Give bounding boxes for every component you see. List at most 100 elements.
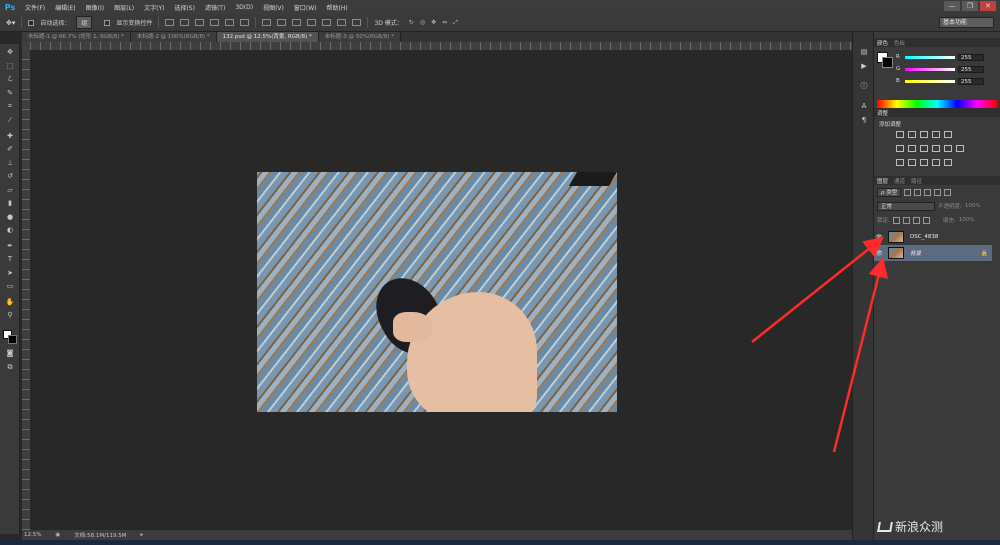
menu-image[interactable]: 图像(I)	[81, 3, 109, 12]
color-lookup-icon[interactable]	[956, 145, 964, 152]
tab-132-psd[interactable]: 132.psd @ 12.5%(背景, RGB/8) *	[216, 32, 319, 42]
3d-roll-icon[interactable]: ◎	[420, 19, 425, 26]
tab-layers[interactable]: 图层	[877, 177, 888, 185]
menu-edit[interactable]: 编辑(E)	[50, 3, 80, 12]
zoom-icon[interactable]: ⚲	[5, 311, 15, 319]
tab-swatches[interactable]: 色板	[894, 39, 905, 47]
distribute-top-icon[interactable]	[262, 19, 272, 26]
menu-view[interactable]: 视图(V)	[258, 3, 289, 12]
levels-icon[interactable]	[908, 131, 916, 138]
gradient-icon[interactable]: ▮	[5, 199, 15, 207]
close-button[interactable]: ✕	[980, 1, 996, 11]
canvas-area[interactable]	[30, 50, 852, 530]
marquee-icon[interactable]: ⬚	[5, 62, 15, 70]
color-spectrum[interactable]	[877, 100, 997, 108]
hue-saturation-icon[interactable]	[896, 145, 904, 152]
invert-icon[interactable]	[896, 159, 904, 166]
layer-dsc-4838[interactable]: 👁 DSC_4838	[874, 229, 992, 245]
tab-untitled-2[interactable]: 未标题-2 @ 100%(RGB/8) *	[130, 32, 217, 42]
move-icon[interactable]: ✥	[5, 48, 15, 56]
green-slider[interactable]	[905, 67, 955, 71]
red-slider[interactable]	[905, 55, 955, 59]
tab-paths[interactable]: 路径	[911, 177, 922, 185]
hand-icon[interactable]: ✋	[5, 298, 15, 306]
3d-slide-icon[interactable]: ⇔	[442, 19, 447, 26]
filter-pixel-icon[interactable]	[904, 188, 912, 196]
status-info-icon[interactable]: ◉	[55, 532, 60, 538]
brightness-icon[interactable]	[896, 131, 904, 138]
green-value[interactable]: 255	[958, 65, 984, 73]
brush-icon[interactable]: ✐	[5, 145, 15, 153]
distribute-hcenter-icon[interactable]	[322, 19, 332, 26]
pen-icon[interactable]: ✒	[5, 242, 15, 250]
align-hcenter-icon[interactable]	[225, 19, 235, 26]
minimize-button[interactable]: —	[944, 1, 960, 11]
auto-select-dropdown[interactable]: 组	[76, 16, 93, 29]
stamp-icon[interactable]: ⊥	[5, 159, 15, 167]
type-icon[interactable]: T	[5, 255, 15, 263]
auto-align-icon[interactable]	[352, 19, 362, 26]
3d-rotate-icon[interactable]: ↻	[409, 19, 414, 26]
character-panel-icon[interactable]: A	[859, 102, 869, 110]
eye-icon[interactable]: 👁	[874, 234, 884, 241]
eye-icon[interactable]: 👁	[874, 250, 884, 257]
eraser-icon[interactable]: ▱	[5, 186, 15, 194]
menu-help[interactable]: 帮助(H)	[322, 3, 353, 12]
filter-type-icon[interactable]	[924, 188, 932, 196]
align-right-icon[interactable]	[240, 19, 250, 26]
lasso-icon[interactable]: ℒ	[5, 75, 15, 83]
actions-panel-icon[interactable]: ▶	[859, 62, 869, 70]
lock-pixels-icon[interactable]	[892, 216, 900, 224]
history-panel-icon[interactable]: ▤	[859, 48, 869, 56]
curves-icon[interactable]	[920, 131, 928, 138]
fill-value[interactable]: 100%	[959, 217, 975, 223]
lock-brush-icon[interactable]	[902, 216, 910, 224]
menu-3d[interactable]: 3D(D)	[230, 4, 258, 11]
align-bottom-icon[interactable]	[195, 19, 205, 26]
red-value[interactable]: 255	[958, 53, 984, 61]
black-white-icon[interactable]	[920, 145, 928, 152]
distribute-vcenter-icon[interactable]	[277, 19, 287, 26]
show-transform-checkbox[interactable]	[104, 19, 111, 26]
auto-select-checkbox[interactable]	[28, 19, 35, 26]
distribute-left-icon[interactable]	[307, 19, 317, 26]
screen-mode-icon[interactable]: ⧉	[5, 363, 15, 371]
menu-type[interactable]: 文字(Y)	[139, 3, 169, 12]
blur-icon[interactable]: ●	[5, 213, 15, 221]
threshold-icon[interactable]	[920, 159, 928, 166]
filter-smart-icon[interactable]	[944, 188, 952, 196]
workspace-switcher[interactable]: 基本功能	[939, 17, 994, 28]
align-vcenter-icon[interactable]	[180, 19, 190, 26]
restore-button[interactable]: ❐	[962, 1, 978, 11]
menu-layer[interactable]: 图层(L)	[109, 3, 139, 12]
history-brush-icon[interactable]: ↺	[5, 172, 15, 180]
paragraph-panel-icon[interactable]: ¶	[859, 116, 869, 124]
menu-window[interactable]: 窗口(W)	[289, 3, 322, 12]
background-color-swatch[interactable]	[8, 335, 17, 344]
tab-untitled-1[interactable]: 未标题-1 @ 66.7% (矩形 1, RGB/8) *	[22, 32, 131, 42]
3d-drag-icon[interactable]: ✥	[431, 19, 436, 26]
healing-icon[interactable]: ✚	[5, 132, 15, 140]
move-tool-preset-icon[interactable]: ✥▾	[6, 19, 15, 27]
opacity-value[interactable]: 100%	[965, 203, 981, 209]
3d-scale-icon[interactable]: ⤢	[453, 19, 458, 27]
tab-channels[interactable]: 通道	[894, 177, 905, 185]
zoom-level[interactable]: 12.5%	[24, 532, 41, 538]
channel-mixer-icon[interactable]	[944, 145, 952, 152]
blue-slider[interactable]	[905, 79, 955, 83]
menu-select[interactable]: 选择(S)	[169, 3, 200, 12]
align-top-icon[interactable]	[165, 19, 175, 26]
horizontal-ruler[interactable]	[30, 42, 852, 50]
filter-adjustment-icon[interactable]	[914, 188, 922, 196]
status-menu-icon[interactable]: ▸	[141, 532, 144, 538]
quick-select-icon[interactable]: ✎	[5, 89, 15, 97]
document-photo[interactable]	[257, 172, 617, 412]
path-select-icon[interactable]: ➤	[5, 269, 15, 277]
layer-filter-dropdown[interactable]: ρ 类型	[877, 187, 902, 197]
tab-adjustments[interactable]: 调整	[877, 109, 888, 117]
tab-color[interactable]: 颜色	[877, 39, 888, 47]
posterize-icon[interactable]	[908, 159, 916, 166]
vertical-ruler[interactable]	[22, 50, 30, 530]
blue-value[interactable]: 255	[958, 77, 984, 85]
shape-icon[interactable]: ▭	[5, 282, 15, 290]
